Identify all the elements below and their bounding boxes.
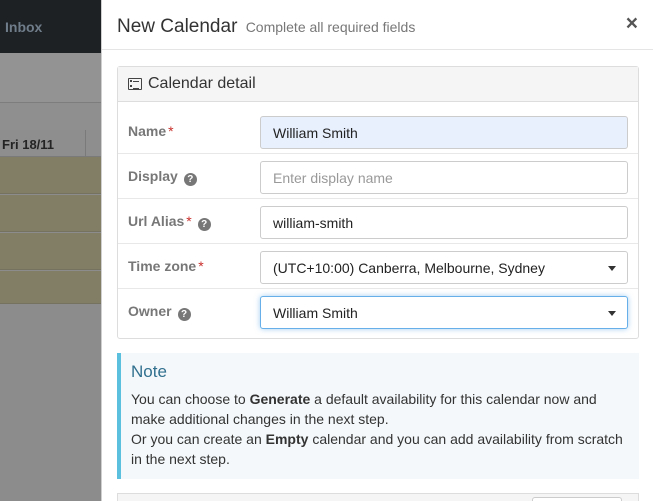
day-header-label: Fri 18/11 <box>2 137 55 152</box>
form-row-url-alias: Url Alias *? <box>118 199 638 244</box>
generate-keyword: Generate <box>249 391 311 407</box>
time-zone-value: (UTC+10:00) Canberra, Melbourne, Sydney <box>273 259 545 276</box>
close-icon[interactable]: × <box>626 13 638 34</box>
calendar-slot[interactable] <box>0 195 101 232</box>
display-name-input[interactable] <box>260 161 628 194</box>
display-label: Display? <box>128 168 197 186</box>
help-icon[interactable]: ? <box>177 308 191 321</box>
calendar-day-header: Fri 18/11 <box>0 130 101 157</box>
note-text: You can choose to Generate a default ava… <box>131 389 629 469</box>
note-callout: Note You can choose to Generate a defaul… <box>117 353 639 479</box>
time-zone-select[interactable]: (UTC+10:00) Canberra, Melbourne, Sydney <box>260 251 628 284</box>
name-label: Name * <box>128 123 174 139</box>
modal-title: New Calendar Complete all required field… <box>117 16 415 38</box>
inbox-nav-item[interactable]: Inbox <box>5 19 42 35</box>
required-marker: * <box>168 123 174 139</box>
calendar-slot[interactable] <box>0 271 101 304</box>
owner-label: Owner? <box>128 303 191 321</box>
url-alias-label: Url Alias *? <box>128 213 211 231</box>
footer-button[interactable] <box>532 497 622 501</box>
form-row-owner: Owner? William Smith <box>118 289 638 334</box>
panel-heading-text: Calendar detail <box>148 75 256 92</box>
help-icon[interactable]: ? <box>183 173 197 186</box>
calendar-detail-panel: Calendar detail Name* Display? Url Alias… <box>117 66 639 339</box>
time-zone-label-text: Time zone <box>128 258 197 274</box>
list-icon <box>128 78 142 90</box>
note-title: Note <box>131 362 167 381</box>
time-zone-label: Time zone * <box>128 258 204 274</box>
day-header-divider <box>85 130 86 157</box>
form-row-name: Name * <box>118 109 638 154</box>
background-app: Inbox Fri 18/11 <box>0 0 101 501</box>
modal-subtitle: Complete all required fields <box>245 19 416 35</box>
name-label-text: Name <box>128 123 167 139</box>
note-text-segment: Or you can create an <box>131 431 266 447</box>
chevron-down-icon <box>608 266 616 271</box>
url-alias-input[interactable] <box>260 206 628 239</box>
owner-select[interactable]: William Smith <box>260 296 628 329</box>
owner-value: William Smith <box>273 304 358 321</box>
form-row-time-zone: Time zone * (UTC+10:00) Canberra, Melbour… <box>118 244 638 289</box>
chevron-down-icon <box>608 311 616 316</box>
owner-label-text: Owner <box>128 303 172 319</box>
modal-header: New Calendar Complete all required field… <box>102 0 653 50</box>
modal-title-text: New Calendar <box>117 16 238 37</box>
note-text-segment: You can choose to <box>131 391 250 407</box>
calendar-slot[interactable] <box>0 157 101 194</box>
name-input[interactable] <box>260 116 628 149</box>
form-row-display: Display? <box>118 154 638 199</box>
help-icon[interactable]: ? <box>197 218 211 231</box>
required-marker: * <box>186 213 192 229</box>
background-toolbar <box>0 53 101 103</box>
background-topbar: Inbox <box>0 0 101 53</box>
calendar-slot[interactable] <box>0 233 101 270</box>
display-label-text: Display <box>128 168 178 184</box>
url-alias-label-text: Url Alias <box>128 213 185 229</box>
panel-heading: Calendar detail <box>118 67 638 102</box>
empty-keyword: Empty <box>265 431 309 447</box>
required-marker: * <box>198 258 204 274</box>
new-calendar-modal: New Calendar Complete all required field… <box>101 0 653 501</box>
